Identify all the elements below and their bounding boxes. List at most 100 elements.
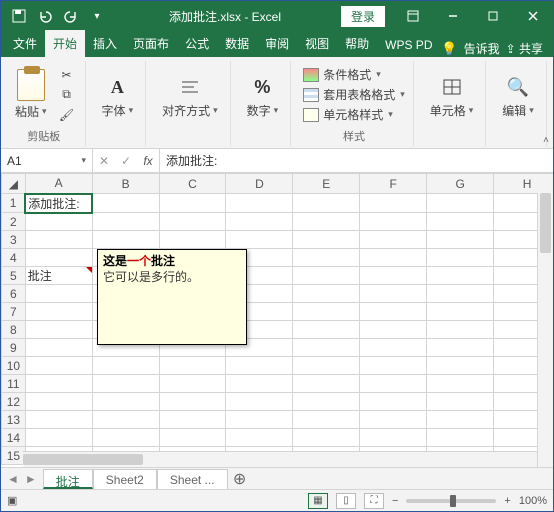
cell[interactable] <box>25 231 92 249</box>
zoom-in-button[interactable]: + <box>504 495 510 507</box>
cancel-edit-icon[interactable]: ✕ <box>93 154 115 168</box>
row-header[interactable]: 3 <box>2 231 26 249</box>
tab-review[interactable]: 审阅 <box>257 30 297 57</box>
cell[interactable] <box>360 285 427 303</box>
horizontal-scrollbar[interactable] <box>23 451 537 467</box>
sheet-tab[interactable]: Sheet ... <box>157 469 228 489</box>
cell[interactable] <box>92 231 159 249</box>
collapse-ribbon-icon[interactable]: ˄ <box>543 135 549 146</box>
cell[interactable] <box>92 194 159 213</box>
fx-icon[interactable]: fx <box>137 154 159 168</box>
zoom-out-button[interactable]: − <box>392 495 398 507</box>
col-header[interactable]: A <box>25 174 92 194</box>
cell[interactable] <box>427 194 494 213</box>
tell-me-input[interactable]: 告诉我 <box>464 40 500 57</box>
cell[interactable] <box>427 303 494 321</box>
cell[interactable] <box>360 267 427 285</box>
cell[interactable] <box>25 339 92 357</box>
cell[interactable] <box>226 213 293 231</box>
row-header[interactable]: 6 <box>2 285 26 303</box>
col-header[interactable]: H <box>494 174 553 194</box>
cell[interactable] <box>427 213 494 231</box>
tab-insert[interactable]: 插入 <box>85 30 125 57</box>
zoom-slider-thumb[interactable] <box>450 495 456 507</box>
tab-layout[interactable]: 页面布 <box>125 30 177 57</box>
cell[interactable] <box>360 249 427 267</box>
cell[interactable] <box>293 249 360 267</box>
row-header[interactable]: 15 <box>2 447 26 465</box>
zoom-slider[interactable] <box>406 499 496 503</box>
row-header[interactable]: 1 <box>2 194 26 213</box>
qat-more-icon[interactable]: ▾ <box>85 4 109 28</box>
cell[interactable] <box>92 429 159 447</box>
cell[interactable] <box>427 393 494 411</box>
redo-icon[interactable] <box>59 4 83 28</box>
cell[interactable] <box>226 357 293 375</box>
share-button[interactable]: ⇪ 共享 <box>506 40 543 57</box>
cell[interactable] <box>159 411 226 429</box>
cell[interactable]: 批注 <box>25 267 92 285</box>
row-header[interactable]: 13 <box>2 411 26 429</box>
cell[interactable] <box>360 429 427 447</box>
cell[interactable] <box>226 194 293 213</box>
format-painter-icon[interactable]: 🖌 <box>57 107 77 123</box>
page-break-view-button[interactable]: ⛶ <box>364 493 384 509</box>
zoom-level[interactable]: 100% <box>519 495 547 507</box>
row-header[interactable]: 14 <box>2 429 26 447</box>
row-header[interactable]: 2 <box>2 213 26 231</box>
tab-home[interactable]: 开始 <box>45 30 85 57</box>
cell[interactable] <box>360 194 427 213</box>
scrollbar-thumb[interactable] <box>540 193 551 253</box>
cell[interactable] <box>226 411 293 429</box>
cell[interactable] <box>293 267 360 285</box>
formula-input[interactable]: 添加批注: <box>160 149 553 172</box>
minimize-button[interactable] <box>433 1 473 31</box>
cell[interactable] <box>25 357 92 375</box>
column-headers[interactable]: ◢ A B C D E F G H <box>2 174 554 194</box>
cell[interactable] <box>427 375 494 393</box>
cell[interactable] <box>360 375 427 393</box>
cell[interactable] <box>293 321 360 339</box>
cell[interactable] <box>25 429 92 447</box>
cell[interactable] <box>360 213 427 231</box>
scrollbar-thumb[interactable] <box>23 454 143 465</box>
cell[interactable] <box>293 411 360 429</box>
normal-view-button[interactable]: ▦ <box>308 493 328 509</box>
cell[interactable] <box>293 213 360 231</box>
row-header[interactable]: 12 <box>2 393 26 411</box>
cell[interactable] <box>427 357 494 375</box>
cell[interactable] <box>427 249 494 267</box>
sheet-tab[interactable]: Sheet2 <box>93 469 157 489</box>
cut-icon[interactable]: ✂ <box>57 67 77 83</box>
cell[interactable] <box>427 411 494 429</box>
col-header[interactable]: F <box>360 174 427 194</box>
cell[interactable] <box>360 231 427 249</box>
tab-formulas[interactable]: 公式 <box>177 30 217 57</box>
cell[interactable] <box>159 357 226 375</box>
row-header[interactable]: 4 <box>2 249 26 267</box>
sheet-nav-prev-icon[interactable]: ◄ <box>7 472 19 486</box>
cell[interactable] <box>360 357 427 375</box>
record-macro-icon[interactable]: ▣ <box>7 494 17 507</box>
cell[interactable] <box>226 231 293 249</box>
cell[interactable] <box>92 411 159 429</box>
cell[interactable] <box>360 411 427 429</box>
number-button[interactable]: % 数字▾ <box>243 72 283 121</box>
cell[interactable] <box>92 393 159 411</box>
add-sheet-button[interactable]: ⊕ <box>228 468 252 489</box>
cell[interactable] <box>159 429 226 447</box>
cell[interactable] <box>427 339 494 357</box>
col-header[interactable]: B <box>92 174 159 194</box>
row-header[interactable]: 9 <box>2 339 26 357</box>
cell[interactable] <box>92 213 159 231</box>
cell[interactable] <box>159 393 226 411</box>
row-header[interactable]: 8 <box>2 321 26 339</box>
conditional-format-button[interactable]: 条件格式 ▾ <box>303 66 405 83</box>
col-header[interactable]: G <box>427 174 494 194</box>
worksheet-grid[interactable]: ◢ A B C D E F G H 1添加批注:2345批注6789101112… <box>1 173 553 467</box>
tab-wps[interactable]: WPS PD <box>377 33 440 57</box>
cell[interactable] <box>293 303 360 321</box>
row-header[interactable]: 7 <box>2 303 26 321</box>
cell[interactable] <box>226 393 293 411</box>
login-button[interactable]: 登录 <box>341 6 385 27</box>
